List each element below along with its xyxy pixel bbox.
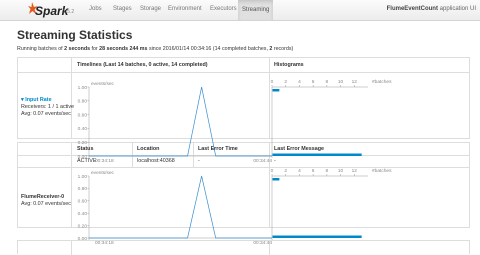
input-rate-histogram-xtick: 0 [271, 79, 274, 85]
input-rate-timeline-ytick: 0.80 [78, 99, 88, 105]
input-rate-timeline-ytick: 0.00 [78, 154, 88, 160]
input-rate-timeline-ytick: 1.00 [78, 85, 88, 91]
input-rate-histogram-xtick: 6 [312, 79, 315, 85]
receiver-timeline-ytick: 0.60 [78, 199, 88, 205]
receiver-timeline-ylabel: events/sec [91, 170, 115, 176]
receiver-timeline-ytick: 0.80 [78, 186, 88, 192]
input-rate-histogram-bar [272, 153, 362, 156]
receiver-histogram-xtick: 10 [338, 168, 344, 174]
receiver-timeline-xtick: 00:34:18 [95, 240, 114, 246]
input-rate-timeline-ytick: 0.20 [78, 140, 88, 146]
receiver-timeline-ytick: 0.00 [78, 236, 88, 242]
input-rate-histogram-xtick: 2 [284, 79, 287, 85]
receiver-histogram-bar [272, 235, 362, 238]
receiver-timeline-series-line [89, 175, 272, 239]
input-rate-histogram-xtick: 4 [298, 79, 301, 85]
input-rate-timeline-series-line [89, 86, 272, 157]
input-rate-histogram-xlabel: #batches [372, 79, 392, 85]
input-rate-histogram-xtick: 10 [338, 79, 344, 85]
receiver-histogram-xtick: 4 [298, 168, 301, 174]
receiver-timeline-ytick: 1.00 [78, 174, 88, 180]
receiver-histogram-xlabel: #batches [372, 168, 392, 174]
input-rate-timeline-xtick: 00:34:18 [95, 158, 114, 164]
receiver-histogram-xtick: 2 [284, 168, 287, 174]
receiver-histogram-xtick: 6 [312, 168, 315, 174]
receiver-histogram-xtick: 12 [352, 168, 358, 174]
receiver-histogram-xtick: 0 [271, 168, 274, 174]
receiver-timeline-ytick: 0.40 [78, 211, 88, 217]
input-rate-timeline-xtick: 00:34:44 [253, 158, 272, 164]
input-rate-timeline-ytick: 0.40 [78, 126, 88, 132]
charts-layer: events/sec1.000.800.600.400.200.0000:34:… [78, 79, 392, 246]
receiver-timeline-xtick: 00:34:44 [253, 240, 272, 246]
input-rate-histogram-xtick: 12 [352, 79, 358, 85]
receiver-timeline-ytick: 0.20 [78, 223, 88, 229]
input-rate-histogram-bar [272, 89, 280, 92]
receiver-histogram-xtick: 8 [326, 168, 329, 174]
input-rate-timeline-ylabel: events/sec [91, 81, 115, 87]
input-rate-timeline-ytick: 0.60 [78, 112, 88, 118]
receiver-histogram-bar [272, 178, 280, 181]
input-rate-histogram-xtick: 8 [326, 79, 329, 85]
